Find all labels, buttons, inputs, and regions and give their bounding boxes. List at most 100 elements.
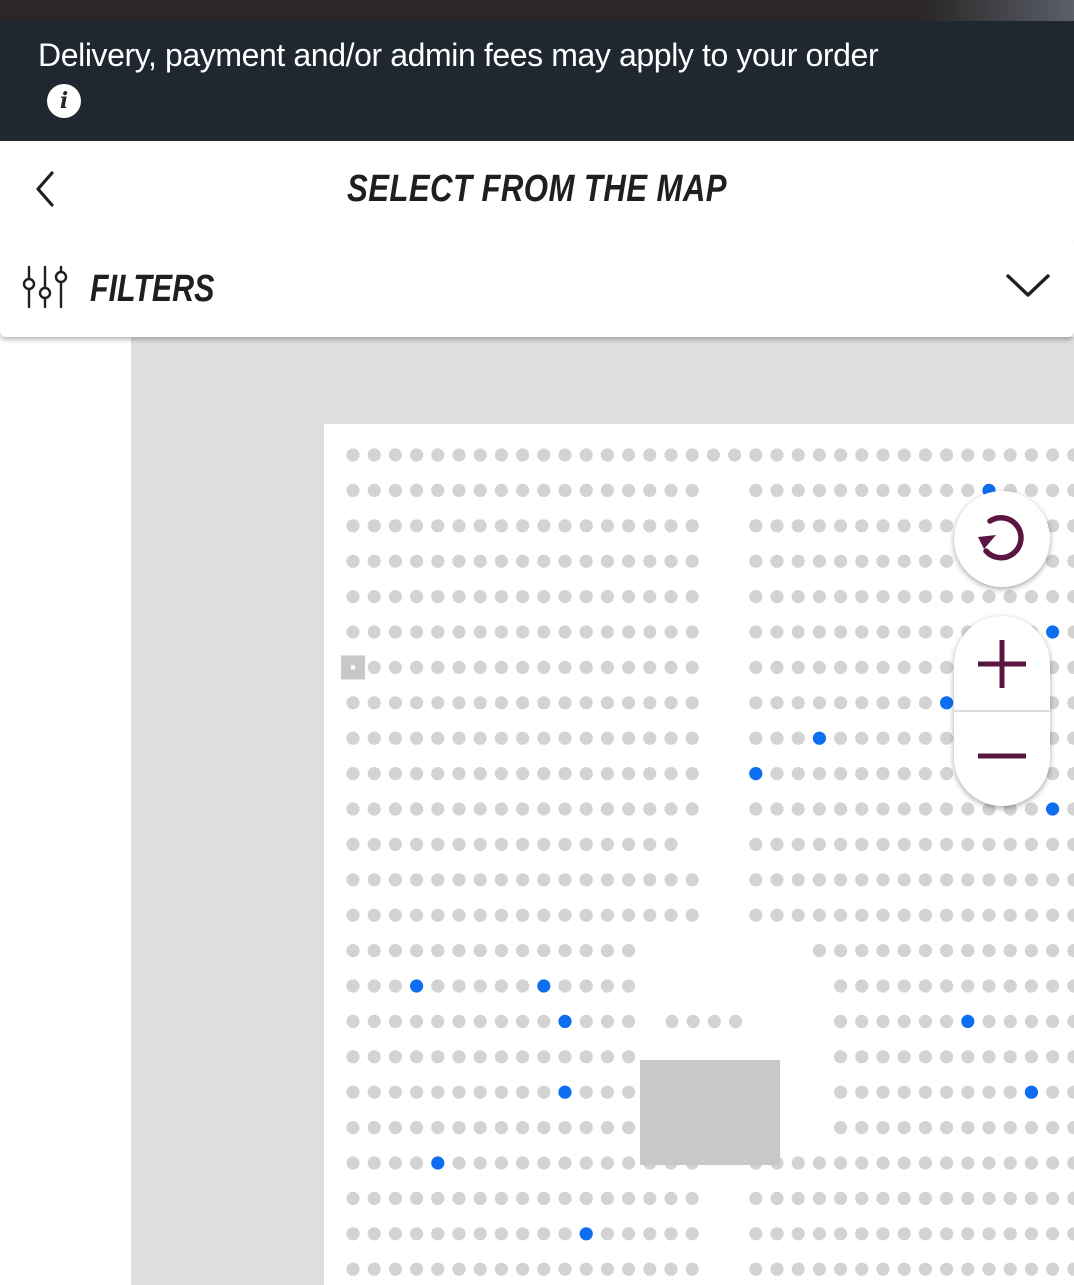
seat bbox=[685, 554, 699, 568]
back-button[interactable] bbox=[24, 163, 68, 215]
available-seat[interactable] bbox=[749, 767, 763, 781]
available-seat[interactable] bbox=[558, 1085, 572, 1099]
info-icon[interactable]: i bbox=[47, 84, 81, 118]
seat bbox=[812, 1156, 826, 1170]
top-strip bbox=[0, 0, 1074, 21]
seat bbox=[876, 660, 890, 674]
chevron-down-icon[interactable] bbox=[1004, 268, 1052, 304]
seat bbox=[1046, 1262, 1060, 1276]
seat bbox=[494, 802, 508, 816]
available-seat[interactable] bbox=[431, 1156, 445, 1170]
seat bbox=[876, 1156, 890, 1170]
available-seat[interactable] bbox=[940, 696, 954, 710]
seat bbox=[494, 767, 508, 781]
seat bbox=[918, 837, 933, 851]
seat bbox=[622, 590, 636, 604]
seat bbox=[770, 731, 784, 745]
seat bbox=[1024, 1191, 1038, 1205]
seat-map[interactable] bbox=[0, 337, 1074, 1285]
seat bbox=[897, 590, 911, 604]
seat bbox=[643, 731, 657, 745]
seat bbox=[600, 802, 614, 816]
seat bbox=[876, 696, 890, 710]
seat bbox=[600, 625, 614, 639]
seat bbox=[897, 1014, 911, 1028]
seat bbox=[918, 1227, 933, 1241]
seat bbox=[1046, 873, 1060, 887]
seat bbox=[1003, 1191, 1017, 1205]
seat bbox=[876, 731, 890, 745]
seat bbox=[558, 1050, 572, 1064]
seat bbox=[388, 448, 402, 462]
seat bbox=[940, 1262, 954, 1276]
seat bbox=[1003, 1156, 1017, 1170]
available-seat[interactable] bbox=[558, 1014, 572, 1028]
seat bbox=[516, 944, 530, 958]
seat bbox=[664, 625, 678, 639]
seat bbox=[537, 873, 551, 887]
seat bbox=[855, 837, 869, 851]
seat bbox=[834, 483, 848, 497]
seat bbox=[897, 979, 911, 993]
seat bbox=[791, 1156, 805, 1170]
seat bbox=[1003, 1014, 1017, 1028]
seat bbox=[558, 944, 572, 958]
seat bbox=[685, 1262, 699, 1276]
reset-view-button[interactable] bbox=[954, 491, 1050, 587]
seat bbox=[410, 767, 424, 781]
seat bbox=[855, 660, 869, 674]
seat bbox=[1003, 448, 1017, 462]
seat bbox=[812, 590, 826, 604]
seat bbox=[579, 660, 593, 674]
seat bbox=[537, 625, 551, 639]
seat bbox=[367, 944, 381, 958]
seat bbox=[749, 625, 763, 639]
seat bbox=[473, 1014, 487, 1028]
seat bbox=[494, 554, 508, 568]
zoom-controls bbox=[954, 616, 1050, 806]
available-seat[interactable] bbox=[537, 979, 551, 993]
seat bbox=[918, 660, 933, 674]
seat bbox=[1024, 908, 1038, 922]
seat bbox=[367, 979, 381, 993]
seat bbox=[876, 554, 890, 568]
seat bbox=[516, 660, 530, 674]
seat bbox=[1024, 1014, 1038, 1028]
seat bbox=[728, 448, 742, 462]
available-seat[interactable] bbox=[961, 1014, 975, 1028]
zoom-in-button[interactable] bbox=[954, 616, 1050, 710]
available-seat[interactable] bbox=[812, 731, 826, 745]
seat bbox=[940, 873, 954, 887]
seat bbox=[452, 979, 466, 993]
seat bbox=[897, 554, 911, 568]
filters-toggle[interactable]: FILTERS bbox=[0, 240, 1074, 337]
available-seat[interactable] bbox=[410, 979, 424, 993]
seat bbox=[431, 660, 445, 674]
seat bbox=[558, 837, 572, 851]
seat bbox=[558, 554, 572, 568]
seat bbox=[876, 448, 890, 462]
seat bbox=[494, 1050, 508, 1064]
seat bbox=[516, 448, 530, 462]
seat bbox=[664, 802, 678, 816]
seat bbox=[1046, 837, 1060, 851]
seat bbox=[537, 590, 551, 604]
seat bbox=[516, 1156, 530, 1170]
seat bbox=[876, 625, 890, 639]
seat bbox=[410, 1014, 424, 1028]
seat bbox=[791, 554, 805, 568]
seat bbox=[855, 767, 869, 781]
seat bbox=[367, 483, 381, 497]
available-seat[interactable] bbox=[1024, 1085, 1038, 1099]
seat bbox=[452, 837, 466, 851]
seat bbox=[622, 1262, 636, 1276]
seat bbox=[346, 696, 360, 710]
seat bbox=[431, 802, 445, 816]
zoom-out-button[interactable] bbox=[954, 712, 1050, 806]
available-seat[interactable] bbox=[579, 1227, 593, 1241]
seat bbox=[410, 590, 424, 604]
seat bbox=[579, 448, 593, 462]
seat bbox=[685, 1191, 699, 1205]
seat bbox=[664, 1191, 678, 1205]
seat bbox=[622, 1121, 636, 1135]
